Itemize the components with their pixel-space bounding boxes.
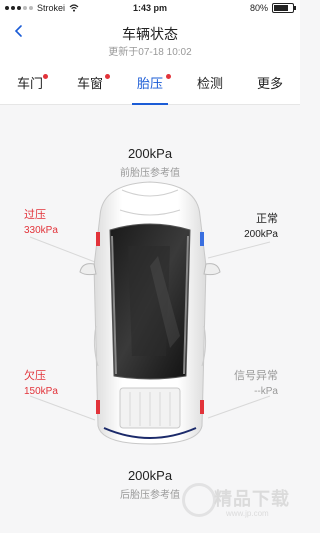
rear-right-tire-marker xyxy=(200,400,204,414)
rear-left-tire-marker xyxy=(96,400,100,414)
front-right-tire-marker xyxy=(200,232,204,246)
watermark-url: www.jp.com xyxy=(226,509,269,518)
watermark-text: 精品下载 xyxy=(214,489,290,509)
watermark: 精品下载 www.jp.com xyxy=(180,479,292,523)
car-top-view xyxy=(79,181,221,445)
watermark-logo-icon xyxy=(182,483,216,517)
front-left-tire-marker xyxy=(96,232,100,246)
